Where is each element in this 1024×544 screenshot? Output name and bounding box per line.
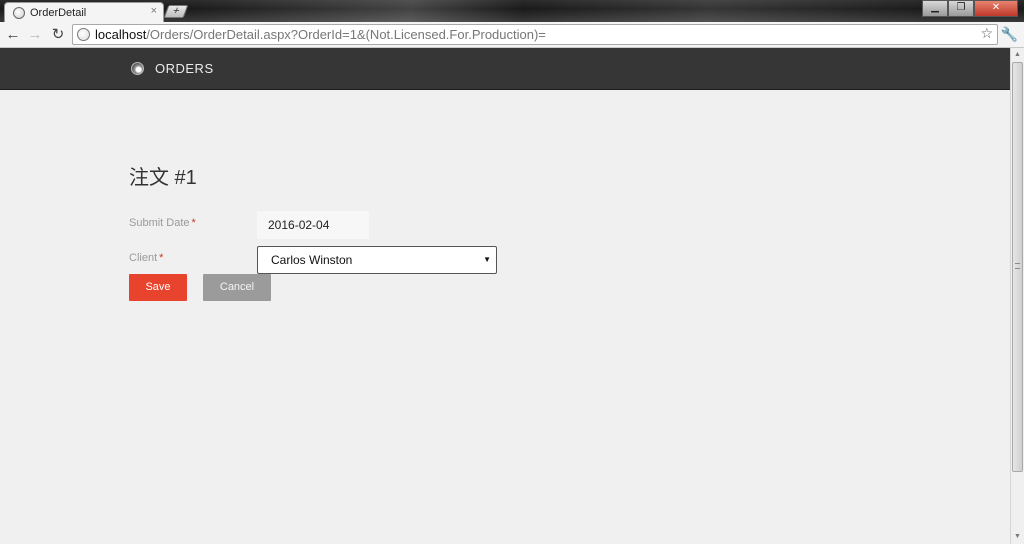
window-controls: ▁ ❐ ✕ [922,0,1018,17]
back-button[interactable]: ← [4,26,22,44]
wrench-icon[interactable]: 🔧 [1001,26,1018,43]
reload-button[interactable]: ↻ [49,26,67,44]
globe-icon [13,6,25,19]
brand-label: ORDERS [155,61,214,76]
logo-icon [131,62,144,75]
reload-icon: ↻ [51,26,65,43]
url-host: localhost [95,27,147,42]
star-icon[interactable]: ☆ [980,25,993,42]
submit-date-label-text: Submit Date [129,217,190,229]
arrow-right-icon: → [27,26,43,43]
maximize-button[interactable]: ❐ [948,0,974,17]
client-selected-value: Carlos Winston [271,253,353,267]
required-marker: * [191,217,196,229]
client-label: Client * [129,252,163,264]
scroll-down-icon[interactable]: ▼ [1011,530,1024,544]
close-window-button[interactable]: ✕ [974,0,1018,17]
page-title: 注文 #1 [129,167,197,189]
app-navbar: ORDERS [0,48,1010,90]
titlebar-background [190,0,930,22]
url-path: /Orders/OrderDetail.aspx?OrderId=1&(Not.… [146,27,546,42]
address-bar[interactable]: localhost/Orders/OrderDetail.aspx?OrderI… [72,24,998,45]
forward-button[interactable]: → [26,26,44,44]
tab-title: OrderDetail [30,6,87,19]
grip-icon [1015,263,1020,269]
browser-titlebar: OrderDetail × + ▁ ❐ ✕ [0,0,1024,22]
page-viewport: ORDERS 注文 #1 Submit Date * 2016-02-04 Cli… [0,48,1010,544]
browser-tab[interactable]: OrderDetail × [4,2,164,22]
vertical-scrollbar[interactable]: ▲ ▼ [1010,48,1024,544]
scroll-thumb[interactable] [1012,62,1023,472]
cancel-button[interactable]: Cancel [203,274,271,301]
client-select[interactable]: Carlos Winston ▼ [257,246,497,274]
chevron-down-icon: ▼ [483,255,491,264]
new-tab-button[interactable]: + [163,5,189,18]
submit-date-label: Submit Date * [129,217,196,229]
browser-toolbar: ← → ↻ localhost/Orders/OrderDetail.aspx?… [0,22,1024,48]
brand-link[interactable]: ORDERS [131,61,214,76]
arrow-left-icon: ← [5,26,21,43]
save-button[interactable]: Save [129,274,187,301]
tab-close-button[interactable]: × [151,5,157,17]
scroll-up-icon[interactable]: ▲ [1011,48,1024,62]
minimize-button[interactable]: ▁ [922,0,948,17]
required-marker: * [159,252,164,264]
page-icon [77,28,90,41]
client-label-text: Client [129,252,158,264]
submit-date-field[interactable]: 2016-02-04 [257,211,369,239]
plus-icon: + [170,5,182,17]
